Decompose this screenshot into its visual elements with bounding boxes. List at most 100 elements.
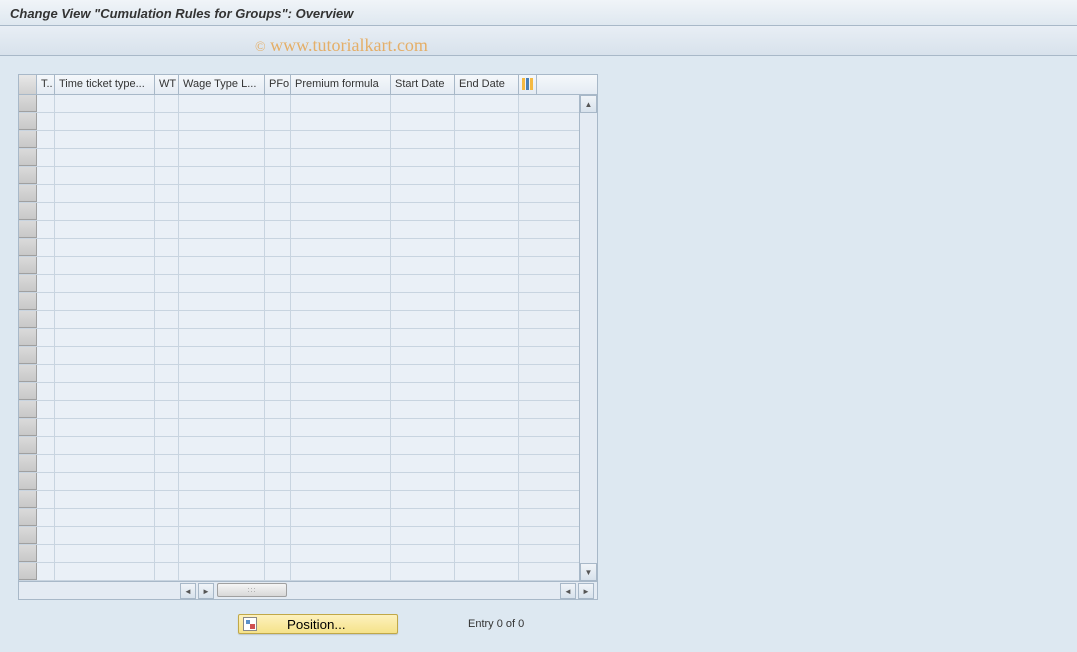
cell-wagetypel[interactable] (179, 131, 265, 148)
cell-wagetypel[interactable] (179, 473, 265, 490)
cell-wt[interactable] (155, 185, 179, 202)
cell-pfo[interactable] (265, 491, 291, 508)
cell-startdate[interactable] (391, 563, 455, 580)
cell-wt[interactable] (155, 383, 179, 400)
cell-enddate[interactable] (455, 113, 519, 130)
cell-startdate[interactable] (391, 509, 455, 526)
cell-t[interactable] (37, 401, 55, 418)
row-selector[interactable] (19, 545, 37, 562)
cell-enddate[interactable] (455, 131, 519, 148)
cell-t[interactable] (37, 347, 55, 364)
column-header-premium-formula[interactable]: Premium formula (291, 75, 391, 94)
cell-startdate[interactable] (391, 347, 455, 364)
position-button[interactable]: Position... (238, 614, 398, 634)
cell-tickettype[interactable] (55, 545, 155, 562)
row-selector[interactable] (19, 365, 37, 382)
row-selector[interactable] (19, 347, 37, 364)
cell-tickettype[interactable] (55, 455, 155, 472)
cell-wagetypel[interactable] (179, 293, 265, 310)
cell-enddate[interactable] (455, 365, 519, 382)
cell-t[interactable] (37, 185, 55, 202)
cell-wagetypel[interactable] (179, 563, 265, 580)
cell-premium[interactable] (291, 527, 391, 544)
cell-tickettype[interactable] (55, 311, 155, 328)
cell-premium[interactable] (291, 383, 391, 400)
row-selector[interactable] (19, 203, 37, 220)
cell-enddate[interactable] (455, 311, 519, 328)
row-selector[interactable] (19, 473, 37, 490)
cell-pfo[interactable] (265, 239, 291, 256)
cell-pfo[interactable] (265, 113, 291, 130)
cell-tickettype[interactable] (55, 167, 155, 184)
cell-tickettype[interactable] (55, 491, 155, 508)
column-header-configure[interactable] (519, 75, 537, 94)
row-selector[interactable] (19, 257, 37, 274)
cell-wagetypel[interactable] (179, 437, 265, 454)
cell-wagetypel[interactable] (179, 239, 265, 256)
cell-wagetypel[interactable] (179, 545, 265, 562)
cell-wt[interactable] (155, 113, 179, 130)
cell-premium[interactable] (291, 509, 391, 526)
cell-t[interactable] (37, 509, 55, 526)
row-selector[interactable] (19, 275, 37, 292)
cell-pfo[interactable] (265, 563, 291, 580)
cell-premium[interactable] (291, 167, 391, 184)
cell-wagetypel[interactable] (179, 455, 265, 472)
cell-wagetypel[interactable] (179, 419, 265, 436)
cell-wt[interactable] (155, 203, 179, 220)
row-selector[interactable] (19, 185, 37, 202)
cell-pfo[interactable] (265, 185, 291, 202)
cell-wt[interactable] (155, 131, 179, 148)
cell-premium[interactable] (291, 419, 391, 436)
scroll-up-button[interactable]: ▲ (580, 95, 597, 113)
cell-premium[interactable] (291, 365, 391, 382)
cell-premium[interactable] (291, 563, 391, 580)
cell-tickettype[interactable] (55, 149, 155, 166)
cell-wagetypel[interactable] (179, 167, 265, 184)
cell-premium[interactable] (291, 455, 391, 472)
cell-wt[interactable] (155, 329, 179, 346)
cell-enddate[interactable] (455, 563, 519, 580)
cell-t[interactable] (37, 275, 55, 292)
cell-tickettype[interactable] (55, 113, 155, 130)
cell-startdate[interactable] (391, 365, 455, 382)
column-header-t[interactable]: T.. (37, 75, 55, 94)
cell-startdate[interactable] (391, 95, 455, 112)
cell-tickettype[interactable] (55, 563, 155, 580)
column-header-wage-type-l[interactable]: Wage Type L... (179, 75, 265, 94)
cell-premium[interactable] (291, 221, 391, 238)
cell-t[interactable] (37, 311, 55, 328)
cell-startdate[interactable] (391, 473, 455, 490)
row-selector[interactable] (19, 509, 37, 526)
cell-wagetypel[interactable] (179, 203, 265, 220)
row-selector[interactable] (19, 293, 37, 310)
cell-startdate[interactable] (391, 401, 455, 418)
cell-wt[interactable] (155, 527, 179, 544)
cell-startdate[interactable] (391, 491, 455, 508)
cell-tickettype[interactable] (55, 131, 155, 148)
cell-pfo[interactable] (265, 167, 291, 184)
cell-tickettype[interactable] (55, 329, 155, 346)
cell-pfo[interactable] (265, 473, 291, 490)
cell-startdate[interactable] (391, 437, 455, 454)
cell-t[interactable] (37, 113, 55, 130)
cell-tickettype[interactable] (55, 293, 155, 310)
scroll-down-button[interactable]: ▼ (580, 563, 597, 581)
cell-enddate[interactable] (455, 419, 519, 436)
cell-startdate[interactable] (391, 545, 455, 562)
cell-t[interactable] (37, 131, 55, 148)
cell-tickettype[interactable] (55, 473, 155, 490)
row-selector[interactable] (19, 221, 37, 238)
row-selector[interactable] (19, 419, 37, 436)
cell-enddate[interactable] (455, 401, 519, 418)
cell-tickettype[interactable] (55, 401, 155, 418)
row-selector[interactable] (19, 113, 37, 130)
cell-enddate[interactable] (455, 203, 519, 220)
cell-premium[interactable] (291, 239, 391, 256)
cell-premium[interactable] (291, 545, 391, 562)
cell-pfo[interactable] (265, 347, 291, 364)
vertical-scroll-track[interactable] (580, 113, 597, 563)
cell-t[interactable] (37, 167, 55, 184)
cell-enddate[interactable] (455, 95, 519, 112)
cell-wt[interactable] (155, 491, 179, 508)
